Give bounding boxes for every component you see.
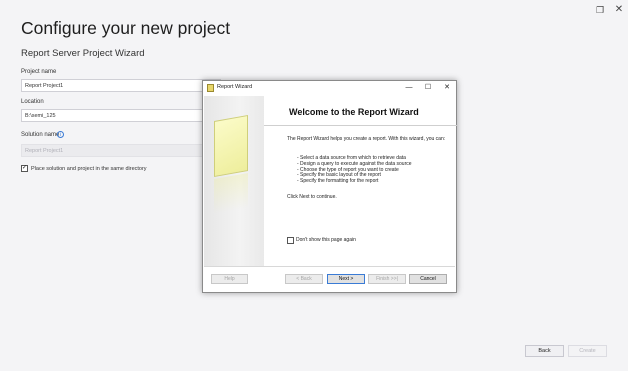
wizard-back-button[interactable]: < Back: [285, 274, 323, 284]
solution-name-label: Solution name: [21, 132, 60, 138]
restore-icon[interactable]: ❐: [592, 4, 608, 16]
wizard-heading: Welcome to the Report Wizard: [289, 107, 419, 117]
dialog-close-icon[interactable]: ✕: [441, 82, 453, 94]
page-title: Configure your new project: [21, 18, 231, 38]
wizard-steps-list: - Select a data source from which to ret…: [297, 155, 447, 185]
close-icon[interactable]: ✕: [611, 4, 627, 16]
page-subtitle: Report Server Project Wizard: [21, 48, 145, 59]
dialog-titlebar[interactable]: Report Wizard — ☐ ✕: [203, 81, 456, 95]
finish-button[interactable]: Finish >>|: [368, 274, 406, 284]
dont-show-label: Don't show this page again: [296, 237, 356, 243]
solution-name-input: Report Project1: [21, 144, 221, 157]
list-item: - Specify the formatting for the report: [297, 178, 379, 185]
create-button[interactable]: Create: [568, 345, 607, 357]
next-hint: Click Next to continue.: [287, 194, 337, 200]
document-reflection-graphic: [214, 173, 248, 214]
same-directory-label: Place solution and project in the same d…: [31, 166, 147, 172]
heading-divider: [264, 125, 457, 126]
same-directory-checkbox[interactable]: ✓: [21, 165, 28, 172]
dont-show-checkbox[interactable]: [287, 237, 294, 244]
info-icon[interactable]: i: [57, 131, 64, 138]
maximize-icon[interactable]: ☐: [422, 82, 434, 94]
minimize-icon[interactable]: —: [403, 82, 415, 94]
project-name-input[interactable]: Report Project1: [21, 79, 221, 92]
footer-divider: [204, 266, 455, 267]
wizard-sidebar-graphic: [204, 96, 264, 266]
report-document-graphic: [214, 115, 248, 177]
cancel-button[interactable]: Cancel: [409, 274, 447, 284]
location-input[interactable]: B:\semi_125: [21, 109, 221, 122]
location-label: Location: [21, 99, 44, 105]
help-button[interactable]: Help: [211, 274, 248, 284]
wizard-intro: The Report Wizard helps you create a rep…: [287, 136, 446, 142]
project-name-label: Project name: [21, 69, 57, 75]
report-wizard-dialog: Report Wizard — ☐ ✕ Welcome to the Repor…: [202, 80, 457, 293]
dialog-title: Report Wizard: [217, 84, 253, 90]
back-button[interactable]: Back: [525, 345, 564, 357]
report-wizard-icon: [207, 84, 214, 92]
next-button[interactable]: Next >: [327, 274, 365, 284]
screen: { "window": { "restore_icon": "restore-i…: [0, 0, 628, 371]
